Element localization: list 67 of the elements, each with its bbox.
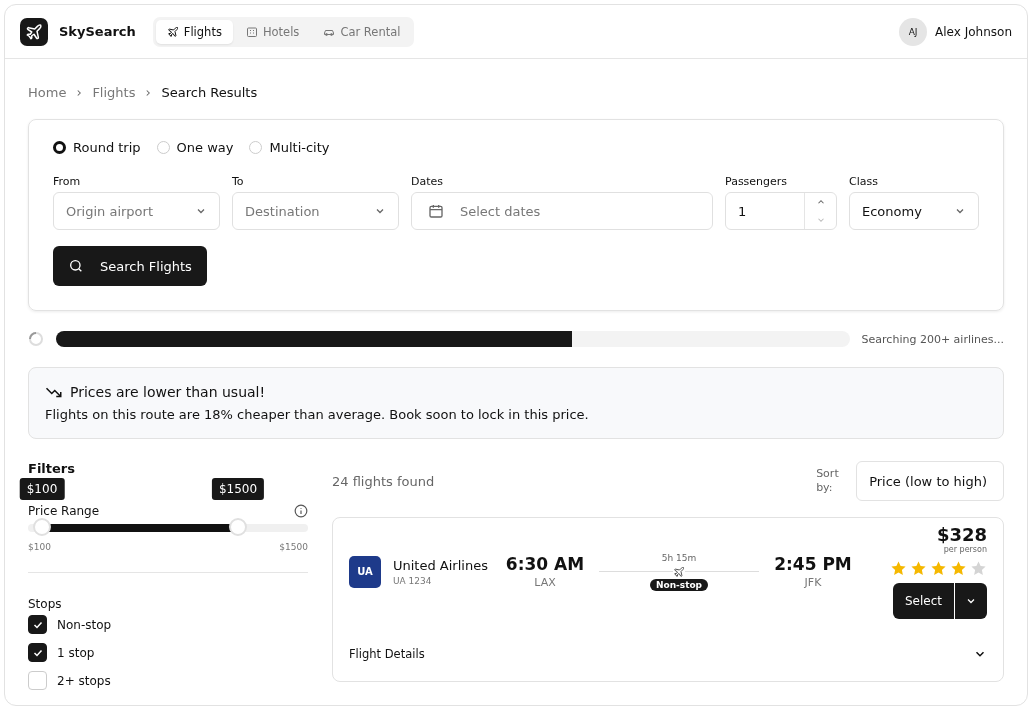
flight-details-toggle[interactable]: Flight Details <box>349 619 987 681</box>
building-icon <box>245 25 258 38</box>
breadcrumb-link[interactable]: Flights <box>92 85 136 100</box>
passengers-field[interactable]: 1 <box>725 192 837 230</box>
checkbox[interactable] <box>28 615 47 634</box>
filters-title: Filters <box>28 461 76 476</box>
origin-select[interactable]: Origin airport <box>53 192 220 230</box>
options-button[interactable] <box>955 583 987 619</box>
flight-price: $328 <box>936 524 987 545</box>
sort-select[interactable]: Price (low to high) <box>856 461 1004 501</box>
alert-title: Prices are lower than usual! <box>70 384 266 400</box>
departure-time: 6:30 AM <box>505 554 585 574</box>
range-min-label: $100 <box>28 542 51 552</box>
field-label: To <box>232 175 245 188</box>
checkbox-label: Non-stop <box>57 617 112 632</box>
checkbox[interactable] <box>28 643 47 662</box>
breadcrumb-link[interactable]: Search Results <box>161 85 258 100</box>
dates-field[interactable]: Select dates <box>411 192 713 230</box>
breadcrumb-link[interactable]: Home <box>28 85 67 100</box>
radio-label: Multi-city <box>269 140 330 155</box>
field-label: From <box>53 175 82 188</box>
nav-tab[interactable]: Car Rental <box>312 19 412 44</box>
flight-number: UA 1234 <box>393 575 433 586</box>
plane-icon <box>673 565 685 578</box>
stops-title: Stops <box>28 597 63 611</box>
class-select[interactable]: Economy <box>849 192 979 230</box>
search-icon <box>68 258 84 274</box>
field-label: Passengers <box>725 175 789 188</box>
radio-button[interactable] <box>53 141 66 154</box>
field-label: Class <box>849 175 879 188</box>
radio-label: Round trip <box>73 140 141 155</box>
sort-label: Sort by: <box>816 466 840 496</box>
checkbox-label: 1 stop <box>57 645 95 660</box>
spinner-icon <box>28 331 44 347</box>
search-button[interactable]: Search Flights <box>53 246 207 286</box>
departure-airport: LAX <box>534 576 556 589</box>
progress-status: Searching 200+ airlines... <box>861 332 1004 346</box>
trending-down-icon <box>45 385 63 399</box>
radio-label: One way <box>176 140 234 155</box>
calendar-icon <box>428 203 444 219</box>
price-range-label: Price Range <box>28 504 100 518</box>
arrival-time: 2:45 PM <box>774 554 852 574</box>
price-note: per person <box>943 545 987 554</box>
value-tooltip: $1500 <box>211 478 265 500</box>
user-name: Alex Johnson <box>935 24 1012 39</box>
field-label: Dates <box>411 175 445 188</box>
airline-logo: UA <box>349 555 381 588</box>
destination-select[interactable]: Destination <box>232 192 399 230</box>
slider-handle[interactable] <box>33 518 51 536</box>
slider-handle[interactable] <box>229 518 247 536</box>
results-count: 24 flights found <box>332 473 435 489</box>
info-icon[interactable] <box>294 504 308 518</box>
nav-tab[interactable]: Flights <box>155 19 233 44</box>
logo-icon <box>20 17 48 46</box>
user-avatar[interactable]: AJ <box>899 17 928 46</box>
checkbox-label: 2+ stops <box>57 673 111 688</box>
stops-badge: Non-stop <box>649 578 709 591</box>
brand-name: SkySearch <box>59 24 136 39</box>
plane-icon <box>166 25 179 38</box>
select-button[interactable]: Select <box>892 583 955 619</box>
range-max-label: $1500 <box>279 542 308 552</box>
arrival-airport: JFK <box>804 576 822 589</box>
nav-tab[interactable]: Hotels <box>234 19 311 44</box>
airline-name: United Airlines <box>393 557 488 573</box>
value-tooltip: $100 <box>19 478 65 500</box>
alert-message: Flights on this route are 18% cheaper than average. Book soon to lock in this price. <box>45 407 590 422</box>
flight-duration: 5h 15m <box>661 552 697 563</box>
